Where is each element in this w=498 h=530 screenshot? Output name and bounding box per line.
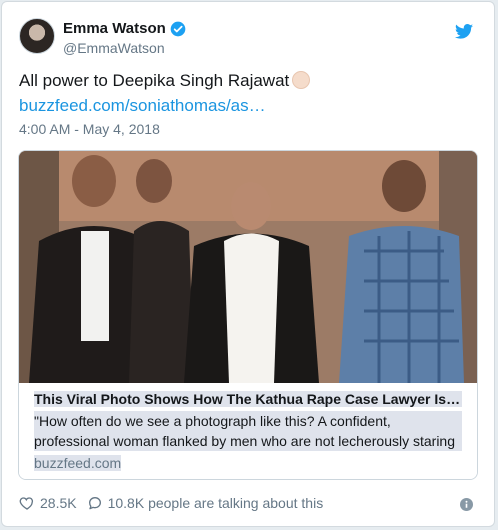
likes-count[interactable]: 28.5K	[40, 495, 77, 511]
avatar[interactable]	[19, 18, 55, 54]
card-title[interactable]: This Viral Photo Shows How The Kathua Ra…	[34, 391, 462, 407]
reply-bubble-icon[interactable]	[87, 495, 103, 511]
twitter-bird-icon[interactable]	[455, 24, 473, 39]
talking-count[interactable]: 10.8K people are talking about this	[108, 495, 324, 511]
tweet-link[interactable]: buzzfeed.com/soniathomas/as…	[19, 96, 266, 116]
card-domain: buzzfeed.com	[34, 455, 122, 471]
raised-hand-emoji	[292, 71, 311, 89]
author-name[interactable]: Emma Watson	[63, 20, 166, 37]
heart-icon[interactable]	[19, 495, 35, 511]
card-photo[interactable]	[19, 151, 477, 383]
card-body[interactable]: This Viral Photo Shows How The Kathua Ra…	[19, 383, 477, 479]
tweet-text-content: All power to Deepika Singh Rajawat	[19, 71, 290, 90]
card-description: "How often do we see a photograph like t…	[34, 411, 462, 451]
verified-badge-icon	[170, 21, 186, 36]
author-handle[interactable]: @EmmaWatson	[63, 40, 165, 56]
tweet-embed: Emma Watson @EmmaWatson All power to Dee…	[1, 1, 495, 527]
timestamp[interactable]: 4:00 AM - May 4, 2018	[19, 121, 160, 137]
author-name-row[interactable]: Emma Watson	[63, 20, 186, 37]
link-preview-card[interactable]: This Viral Photo Shows How The Kathua Ra…	[18, 150, 478, 480]
engagement-bar: 28.5K 10.8K people are talking about thi…	[19, 495, 323, 511]
info-icon[interactable]	[460, 498, 473, 511]
tweet-text: All power to Deepika Singh Rajawat	[19, 71, 311, 91]
